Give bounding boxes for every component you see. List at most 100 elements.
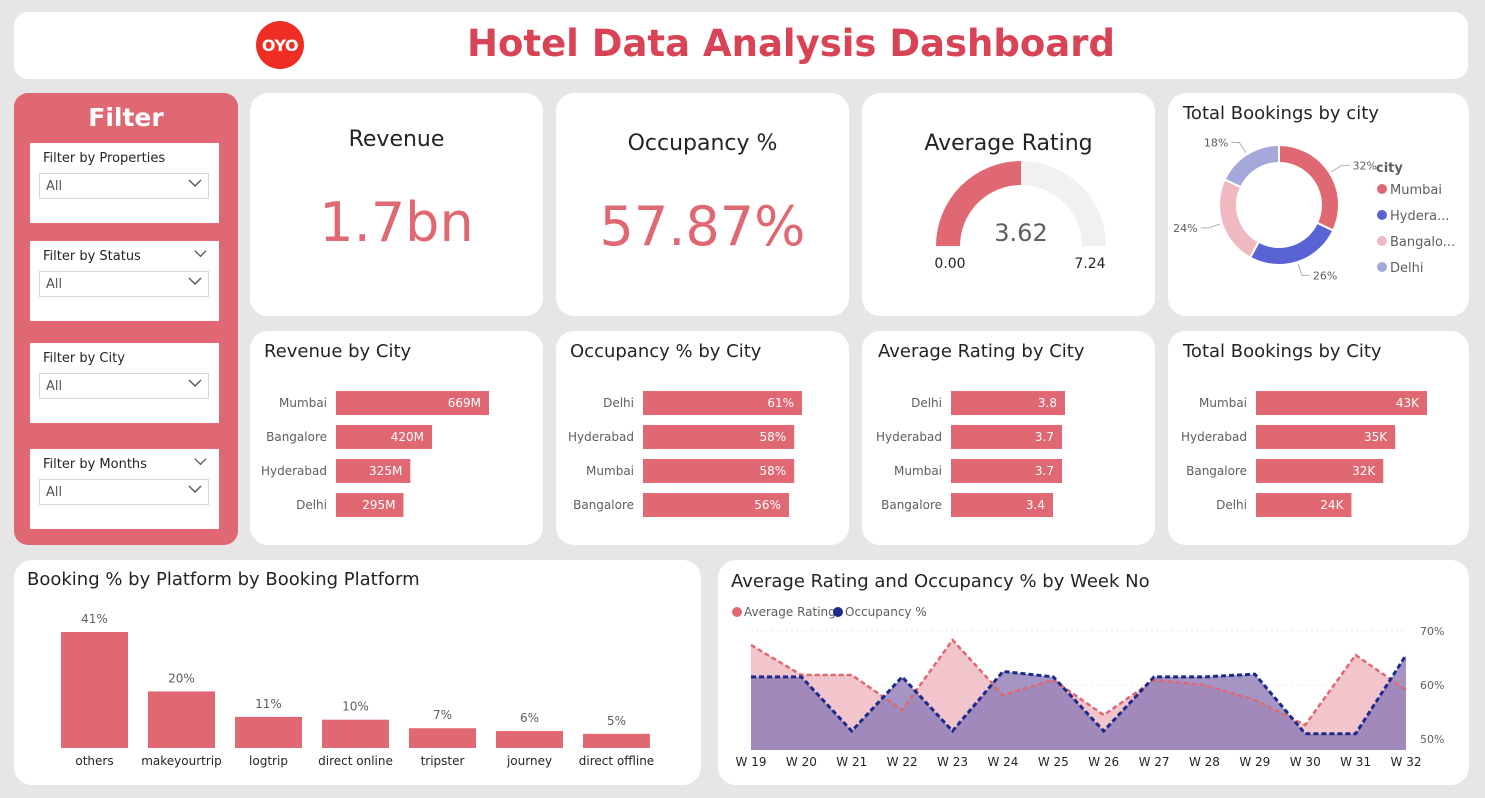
city-dropdown[interactable]: All	[39, 373, 209, 399]
column-bar	[583, 733, 650, 748]
column-category-label: journey	[506, 754, 552, 768]
donut-legend-entry: Mumbai	[1390, 183, 1442, 198]
category-label: Mumbai	[894, 464, 942, 478]
rating-by-city-card: Average Rating by City Delhi 3.8 Hyderabad…	[862, 331, 1155, 545]
donut-slice	[1218, 178, 1261, 259]
weekly-trend-chart: 50% 60% 70% W 19 W 20 W 21 W 22 W 23 W 24 W 25 W 2…	[732, 605, 1444, 769]
x-tick-label: W 28	[1189, 755, 1220, 769]
column-data-label: 5%	[607, 714, 626, 728]
bar-data-label: 24K	[1320, 498, 1344, 512]
chevron-down-icon	[188, 485, 202, 493]
column-bar	[235, 716, 302, 748]
gauge-value-label: 3.62	[994, 219, 1047, 247]
donut-leader-line	[1297, 263, 1310, 276]
category-label: Bangalore	[1186, 464, 1247, 478]
dropdown-value: All	[46, 179, 63, 194]
column-category-label: makeyourtrip	[141, 754, 222, 768]
status-dropdown[interactable]: All	[39, 271, 209, 297]
y-tick-label: 60%	[1420, 679, 1444, 692]
revenue-label: Revenue	[348, 127, 445, 152]
properties-dropdown[interactable]: All	[39, 173, 209, 199]
revenue-card: Revenue 1.7bn	[250, 93, 543, 316]
occupancy-value: 57.87%	[599, 195, 806, 258]
chevron-down-icon	[188, 179, 202, 187]
column-bar	[61, 632, 128, 748]
dropdown-value: All	[46, 379, 63, 394]
revenue-value: 1.7bn	[319, 191, 474, 254]
occupancy-label: Occupancy %	[627, 131, 778, 156]
category-label: Bangalore	[573, 498, 634, 512]
column-data-label: 11%	[255, 697, 282, 711]
chevron-down-icon[interactable]	[194, 455, 207, 468]
donut-data-label: 32%	[1352, 159, 1376, 172]
bar-data-label: 3.4	[1026, 498, 1045, 512]
x-tick-label: W 29	[1239, 755, 1270, 769]
booking-platform-card: Booking % by Platform by Booking Platfor…	[14, 560, 701, 785]
x-tick-label: W 25	[1038, 755, 1069, 769]
slicer-months: Filter by Months All	[30, 449, 219, 529]
bar-data-label: 420M	[391, 430, 424, 444]
legend-entry: Occupancy %	[845, 605, 927, 619]
category-label: Hyderabad	[876, 430, 942, 444]
legend-marker	[1377, 236, 1387, 246]
chevron-down-icon	[188, 277, 202, 285]
donut-slice	[1248, 221, 1335, 266]
slicer-label: Filter by City	[43, 351, 125, 366]
x-tick-label: W 26	[1088, 755, 1119, 769]
slicer-label: Filter by Properties	[43, 151, 166, 166]
column-data-label: 7%	[433, 708, 452, 722]
category-label: Delhi	[1216, 498, 1247, 512]
dropdown-value: All	[46, 485, 63, 500]
donut-legend-entry: Delhi	[1390, 261, 1423, 276]
bar-data-label: 58%	[760, 430, 787, 444]
bar-data-label: 3.8	[1038, 396, 1057, 410]
category-label: Delhi	[296, 498, 327, 512]
donut-data-label: 18%	[1204, 137, 1228, 150]
legend-entry: Average Rating	[744, 605, 836, 619]
slicer-properties: Filter by Properties All	[30, 143, 219, 223]
bar-data-label: 325M	[369, 464, 402, 478]
x-tick-label: W 27	[1139, 755, 1170, 769]
bar-data-label: 669M	[448, 396, 481, 410]
donut-leader-line	[1200, 223, 1221, 229]
bar-data-label: 295M	[362, 498, 395, 512]
occupancy-by-city-card: Occupancy % by City Delhi 61% Hyderabad 58%…	[556, 331, 849, 545]
bookings-by-city-card: Total Bookings by City Mumbai 43K Hyderaba…	[1168, 331, 1469, 545]
donut-leader-line	[1331, 164, 1350, 173]
months-dropdown[interactable]: All	[39, 479, 209, 505]
bar-data-label: 61%	[767, 396, 794, 410]
bar-data-label: 3.7	[1035, 464, 1054, 478]
bar-data-label: 32K	[1352, 464, 1376, 478]
legend-marker	[1377, 184, 1387, 194]
total-bookings-donut-card: Total Bookings by city 32% 26% 24% 18% city M…	[1168, 93, 1469, 316]
gauge-min-label: 0.00	[934, 256, 965, 272]
column-data-label: 6%	[520, 711, 539, 725]
slicer-status: Filter by Status All	[30, 241, 219, 321]
x-tick-label: W 31	[1340, 755, 1371, 769]
x-tick-label: W 22	[887, 755, 918, 769]
dashboard-title: Hotel Data Analysis Dashboard	[467, 22, 1115, 65]
rating-gauge: 3.62 0.00 7.24	[934, 161, 1106, 272]
filter-panel: Filter Filter by Properties All Filter b…	[14, 93, 238, 545]
x-tick-label: W 19	[736, 755, 767, 769]
occupancy-by-city-chart: Delhi 61% Hyderabad 58% Mumbai 58% Bangalore 56…	[568, 391, 802, 517]
category-label: Mumbai	[279, 396, 327, 410]
category-label: Hyderabad	[1181, 430, 1247, 444]
weekly-trend-card: Average Rating and Occupancy % by Week N…	[718, 560, 1469, 785]
category-label: Bangalore	[881, 498, 942, 512]
category-label: Bangalore	[266, 430, 327, 444]
x-tick-label: W 20	[786, 755, 817, 769]
chevron-down-icon[interactable]	[194, 247, 207, 260]
y-tick-label: 50%	[1420, 733, 1444, 746]
category-label: Hyderabad	[261, 464, 327, 478]
bar-data-label: 58%	[760, 464, 787, 478]
gauge-max-label: 7.24	[1074, 256, 1105, 272]
average-rating-card: Average Rating 3.62 0.00 7.24	[862, 93, 1155, 316]
legend-marker	[1377, 210, 1387, 220]
x-tick-label: W 24	[987, 755, 1018, 769]
donut-slice	[1278, 143, 1340, 232]
column-bar	[496, 731, 563, 748]
donut-legend-entry: Hydera...	[1390, 209, 1449, 224]
chevron-down-icon	[188, 379, 202, 387]
x-tick-label: W 21	[836, 755, 867, 769]
